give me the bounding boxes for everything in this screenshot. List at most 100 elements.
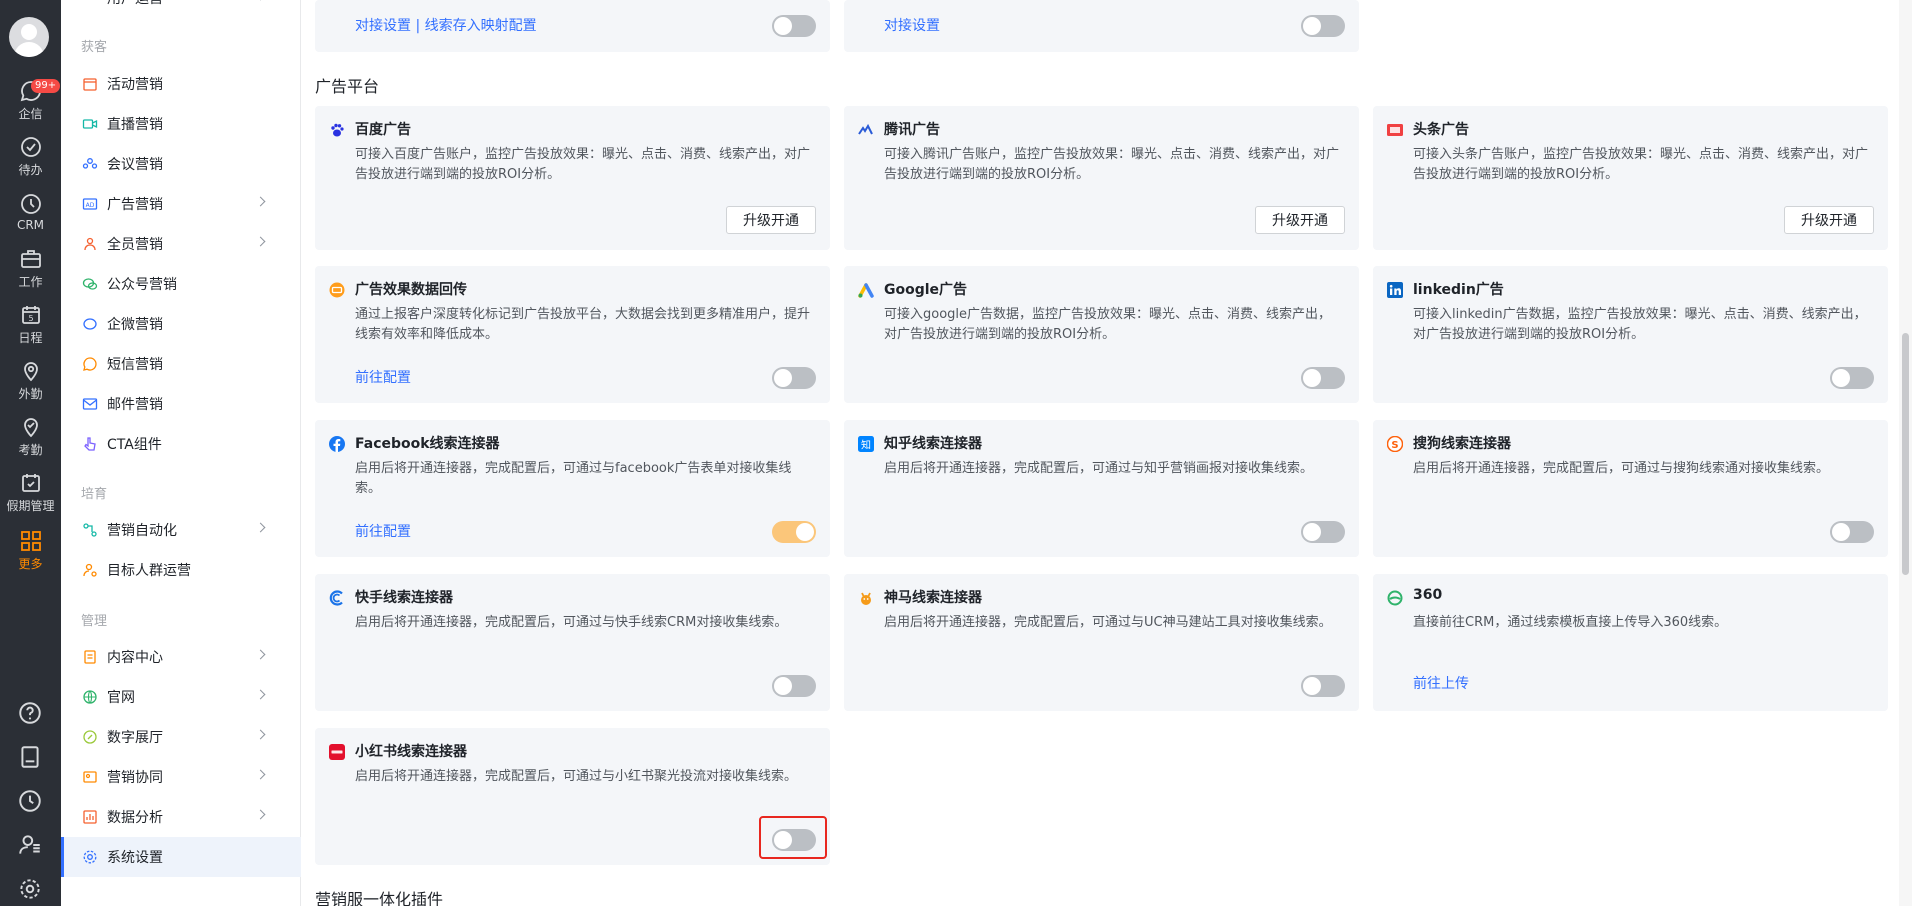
menu-item-ad[interactable]: AD 广告营销 xyxy=(61,184,301,224)
upgrade-button[interactable]: 升级开通 xyxy=(1255,206,1345,234)
video-icon xyxy=(82,119,98,129)
configure-link[interactable]: 前往配置 xyxy=(355,521,411,541)
help-icon[interactable] xyxy=(17,700,43,726)
avatar[interactable] xyxy=(9,17,49,57)
menu-item-sms[interactable]: 短信营销 xyxy=(61,344,301,384)
toggle-switch[interactable] xyxy=(772,367,816,389)
rail-label: 工作 xyxy=(18,274,43,289)
menu-item-email[interactable]: 邮件营销 xyxy=(61,384,301,424)
menu-item-user-ops[interactable]: 用户运营 xyxy=(61,0,301,18)
360-icon xyxy=(1387,590,1403,606)
card-title: Google广告 xyxy=(884,282,968,298)
rail-item-attendance[interactable]: 考勤 xyxy=(0,410,61,462)
toggle-switch[interactable] xyxy=(772,675,816,697)
rail-item-field[interactable]: 外勤 xyxy=(0,354,61,406)
menu-item-wecom[interactable]: 企微营销 xyxy=(61,304,301,344)
secondary-menu: 用户运营 获客 活动营销 直播营销 会议营销 AD 广告营销 全员营销 公众号营… xyxy=(61,0,301,906)
card-zhihu-connector: 知 知乎线索连接器 启用后将开通连接器，完成配置后，可通过与知乎营销画报对接收集… xyxy=(844,420,1359,557)
menu-label: 营销自动化 xyxy=(107,523,177,539)
menu-item-staff[interactable]: 全员营销 xyxy=(61,224,301,264)
card-description: 可接入腾讯广告账户，监控广告投放效果：曝光、点击、消费、线索产出，对广告投放进行… xyxy=(884,147,1340,182)
chevron-right-icon xyxy=(255,729,266,740)
chevron-right-icon xyxy=(255,689,266,700)
rail-item-work[interactable]: 工作 xyxy=(0,242,61,294)
menu-item-analytics[interactable]: 数据分析 xyxy=(61,797,301,837)
highlight-box xyxy=(759,816,827,859)
card-shenma-connector: 神马线索连接器 启用后将开通连接器，完成配置后，可通过与UC神马建站工具对接收集… xyxy=(844,574,1359,711)
toggle-switch[interactable] xyxy=(1301,15,1345,37)
facebook-icon xyxy=(329,436,345,452)
pin-check-icon xyxy=(23,417,38,437)
toggle-switch-on[interactable] xyxy=(772,521,816,543)
rail-item-more[interactable]: 更多 xyxy=(0,524,61,576)
upgrade-button[interactable]: 升级开通 xyxy=(1784,206,1874,234)
sogou-icon: S xyxy=(1387,436,1403,452)
menu-item-cta[interactable]: CTA组件 xyxy=(61,424,301,464)
menu-item-automation[interactable]: 营销自动化 xyxy=(61,510,301,550)
svg-text:S: S xyxy=(1391,440,1398,451)
menu-item-system-settings[interactable]: 系统设置 xyxy=(61,837,301,877)
ad-icon: AD xyxy=(82,198,98,210)
toggle-switch[interactable] xyxy=(1301,367,1345,389)
card-title: 头条广告 xyxy=(1413,122,1469,138)
rail-item-leave[interactable]: 假期管理 xyxy=(0,466,61,518)
menu-item-showroom[interactable]: 数字展厅 xyxy=(61,717,301,757)
upgrade-button[interactable]: 升级开通 xyxy=(726,206,816,234)
rail-item-qixin[interactable]: 企信 99+ xyxy=(0,74,61,126)
mapping-config-link[interactable]: 对接设置 | 线索存入映射配置 xyxy=(355,15,537,35)
card-title: 知乎线索连接器 xyxy=(884,436,982,452)
group-title: 获客 xyxy=(81,40,108,55)
notes-icon[interactable] xyxy=(17,744,43,770)
card-title: 360 xyxy=(1413,587,1443,603)
menu-label: 目标人群运营 xyxy=(107,563,191,579)
menu-item-website[interactable]: 官网 xyxy=(61,677,301,717)
toggle-switch[interactable] xyxy=(1301,675,1345,697)
menu-label: 官网 xyxy=(107,690,135,706)
chevron-right-icon xyxy=(255,236,266,247)
menu-item-content[interactable]: 内容中心 xyxy=(61,637,301,677)
configure-link[interactable]: 前往配置 xyxy=(355,367,411,387)
vertical-scrollbar[interactable] xyxy=(1899,0,1912,906)
toggle-switch[interactable] xyxy=(1830,521,1874,543)
menu-label: 全员营销 xyxy=(107,237,163,253)
menu-item-collab[interactable]: 营销协同 xyxy=(61,757,301,797)
menu-item-meeting[interactable]: 会议营销 xyxy=(61,144,301,184)
pointer-icon xyxy=(84,437,96,451)
toggle-switch[interactable] xyxy=(772,15,816,37)
menu-item-official-account[interactable]: 公众号营销 xyxy=(61,264,301,304)
audience-icon xyxy=(83,563,97,577)
rail-item-schedule[interactable]: 5 日程 xyxy=(0,298,61,350)
rail-item-todo[interactable]: 待办 xyxy=(0,130,61,182)
card-description: 通过上报客户深度转化标记到广告投放平台，大数据会找到更多精准用户，提升线索有效率… xyxy=(355,307,811,342)
integration-settings-link[interactable]: 对接设置 xyxy=(884,15,940,35)
gear-icon[interactable] xyxy=(17,876,43,902)
rail-label: 更多 xyxy=(18,556,43,571)
user-settings-icon[interactable] xyxy=(17,832,43,858)
menu-label: 内容中心 xyxy=(107,650,163,666)
menu-label: 直播营销 xyxy=(107,117,163,133)
card-description: 可接入google广告数据，监控广告投放效果：曝光、点击、消费、线索产出，对广告… xyxy=(884,307,1332,342)
collab-icon xyxy=(83,771,97,783)
card-description: 可接入头条广告账户，监控广告投放效果：曝光、点击、消费、线索产出，对广告投放进行… xyxy=(1413,147,1869,182)
svg-text:AD: AD xyxy=(86,202,95,209)
menu-item-live[interactable]: 直播营销 xyxy=(61,104,301,144)
wechat-icon xyxy=(82,278,98,290)
rail-item-crm[interactable]: CRM xyxy=(0,186,61,238)
globe-icon xyxy=(83,690,97,704)
menu-label: 短信营销 xyxy=(107,357,163,373)
toggle-switch[interactable] xyxy=(1830,367,1874,389)
card-google-ads: Google广告 可接入google广告数据，监控广告投放效果：曝光、点击、消费… xyxy=(844,266,1359,403)
menu-item-event[interactable]: 活动营销 xyxy=(61,64,301,104)
location-icon xyxy=(23,361,38,381)
card-description: 启用后将开通连接器，完成配置后，可通过与快手线索CRM对接收集线索。 xyxy=(355,615,788,630)
menu-label: 系统设置 xyxy=(107,850,163,866)
menu-label: 营销协同 xyxy=(107,770,163,786)
history-icon[interactable] xyxy=(17,788,43,814)
toggle-switch[interactable] xyxy=(1301,521,1345,543)
users-icon xyxy=(82,0,98,6)
card-description: 启用后将开通连接器，完成配置后，可通过与UC神马建站工具对接收集线索。 xyxy=(884,615,1332,630)
card-title: linkedin广告 xyxy=(1413,282,1504,298)
menu-item-audience[interactable]: 目标人群运营 xyxy=(61,550,301,590)
upload-link[interactable]: 前往上传 xyxy=(1413,673,1469,693)
scrollbar-thumb[interactable] xyxy=(1902,333,1909,575)
